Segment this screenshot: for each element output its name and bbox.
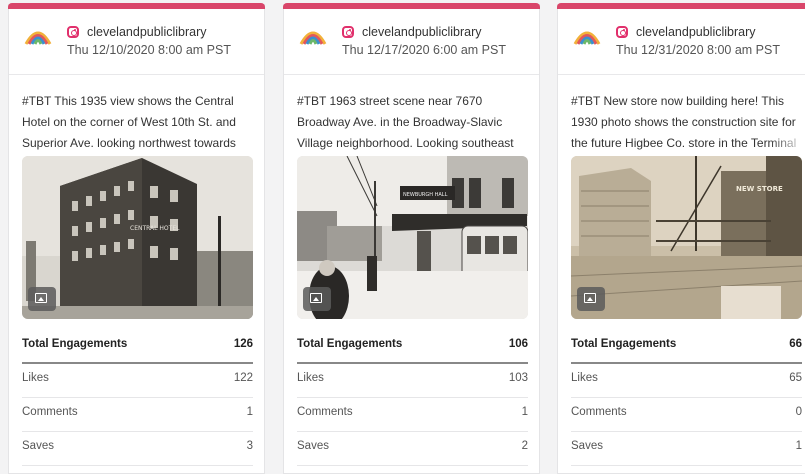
stat-row-comments: Comments 1 <box>297 398 528 432</box>
instagram-icon <box>67 26 79 38</box>
stat-value: 126 <box>233 338 253 350</box>
post-cards-grid: clevelandpubliclibrary Thu 12/10/2020 8:… <box>0 0 805 474</box>
stat-row-total: Total Engagements 66 <box>571 330 802 364</box>
instagram-icon <box>342 26 354 38</box>
post-card[interactable]: clevelandpubliclibrary Thu 12/17/2020 6:… <box>283 3 540 474</box>
post-header: clevelandpubliclibrary Thu 12/31/2020 8:… <box>558 4 805 75</box>
stat-row-comments: Comments 0 <box>571 398 802 432</box>
stat-label: Comments <box>297 406 353 418</box>
library-logo-icon <box>299 31 327 45</box>
stat-value: 0 <box>795 406 802 418</box>
engagement-stats: Total Engagements 106 Likes 103 Comments… <box>297 330 528 466</box>
post-header: clevelandpubliclibrary Thu 12/10/2020 8:… <box>9 4 264 75</box>
stat-label: Comments <box>571 406 627 418</box>
post-caption-text: #TBT This 1935 view shows the Central Ho… <box>22 94 236 150</box>
post-photo[interactable]: NEWBURGH HALL <box>297 156 528 319</box>
stat-value: 1 <box>795 440 802 452</box>
post-date: Thu 12/31/2020 8:00 am PST <box>616 43 780 57</box>
stat-label: Likes <box>22 372 49 384</box>
post-caption: #TBT New store now building here! This 1… <box>571 91 805 154</box>
account-handle[interactable]: clevelandpubliclibrary <box>636 25 756 39</box>
stat-row-likes: Likes 103 <box>297 364 528 398</box>
stat-value: 1 <box>246 406 253 418</box>
post-caption: #TBT This 1935 view shows the Central Ho… <box>22 91 254 154</box>
stat-row-saves: Saves 2 <box>297 432 528 466</box>
engagement-stats: Total Engagements 126 Likes 122 Comments… <box>22 330 253 466</box>
stat-value: 3 <box>246 440 253 452</box>
stat-label: Total Engagements <box>297 338 403 350</box>
instagram-icon <box>616 26 628 38</box>
photo-sign-text: NEW STORE <box>736 185 783 193</box>
stat-label: Saves <box>297 440 329 452</box>
library-logo-icon <box>573 31 601 45</box>
stat-row-likes: Likes 65 <box>571 364 802 398</box>
stat-label: Comments <box>22 406 78 418</box>
post-card[interactable]: clevelandpubliclibrary Thu 12/10/2020 8:… <box>8 3 265 474</box>
post-date: Thu 12/10/2020 8:00 am PST <box>67 43 231 57</box>
post-date: Thu 12/17/2020 6:00 am PST <box>342 43 506 57</box>
stat-label: Saves <box>571 440 603 452</box>
stat-value: 2 <box>521 440 528 452</box>
account-handle[interactable]: clevelandpubliclibrary <box>87 25 207 39</box>
post-header: clevelandpubliclibrary Thu 12/17/2020 6:… <box>284 4 539 75</box>
stat-value: 66 <box>789 338 802 350</box>
stat-value: 1 <box>521 406 528 418</box>
account-handle[interactable]: clevelandpubliclibrary <box>362 25 482 39</box>
stat-row-saves: Saves 1 <box>571 432 802 466</box>
stat-row-total: Total Engagements 126 <box>22 330 253 364</box>
photo-construction: NEW STORE <box>571 156 802 319</box>
photo-street: NEWBURGH HALL <box>297 156 528 319</box>
stat-label: Total Engagements <box>22 338 128 350</box>
post-photo[interactable]: CENTRAL HOTEL <box>22 156 253 319</box>
post-caption-text: #TBT New store now building here! This 1… <box>571 94 796 150</box>
caption-fade <box>769 133 805 154</box>
image-icon <box>28 287 56 311</box>
photo-hotel: CENTRAL HOTEL <box>22 156 253 319</box>
post-caption: #TBT 1963 street scene near 7670 Broadwa… <box>297 91 529 154</box>
image-icon <box>577 287 605 311</box>
stat-value: 106 <box>508 338 528 350</box>
stat-label: Likes <box>297 372 324 384</box>
stat-label: Saves <box>22 440 54 452</box>
stat-label: Total Engagements <box>571 338 677 350</box>
post-photo[interactable]: NEW STORE <box>571 156 802 319</box>
photo-sign-text: CENTRAL HOTEL <box>130 225 180 232</box>
post-card[interactable]: clevelandpubliclibrary Thu 12/31/2020 8:… <box>557 3 805 474</box>
library-logo-icon <box>24 31 52 45</box>
stat-value: 103 <box>508 372 528 384</box>
stat-value: 65 <box>789 372 802 384</box>
post-caption-text: #TBT 1963 street scene near 7670 Broadwa… <box>297 94 514 150</box>
stat-row-total: Total Engagements 106 <box>297 330 528 364</box>
engagement-stats: Total Engagements 66 Likes 65 Comments 0… <box>571 330 802 466</box>
stat-label: Likes <box>571 372 598 384</box>
stat-row-likes: Likes 122 <box>22 364 253 398</box>
stat-value: 122 <box>233 372 253 384</box>
stat-row-comments: Comments 1 <box>22 398 253 432</box>
photo-sign-text: NEWBURGH HALL <box>403 192 448 198</box>
stat-row-saves: Saves 3 <box>22 432 253 466</box>
image-icon <box>303 287 331 311</box>
